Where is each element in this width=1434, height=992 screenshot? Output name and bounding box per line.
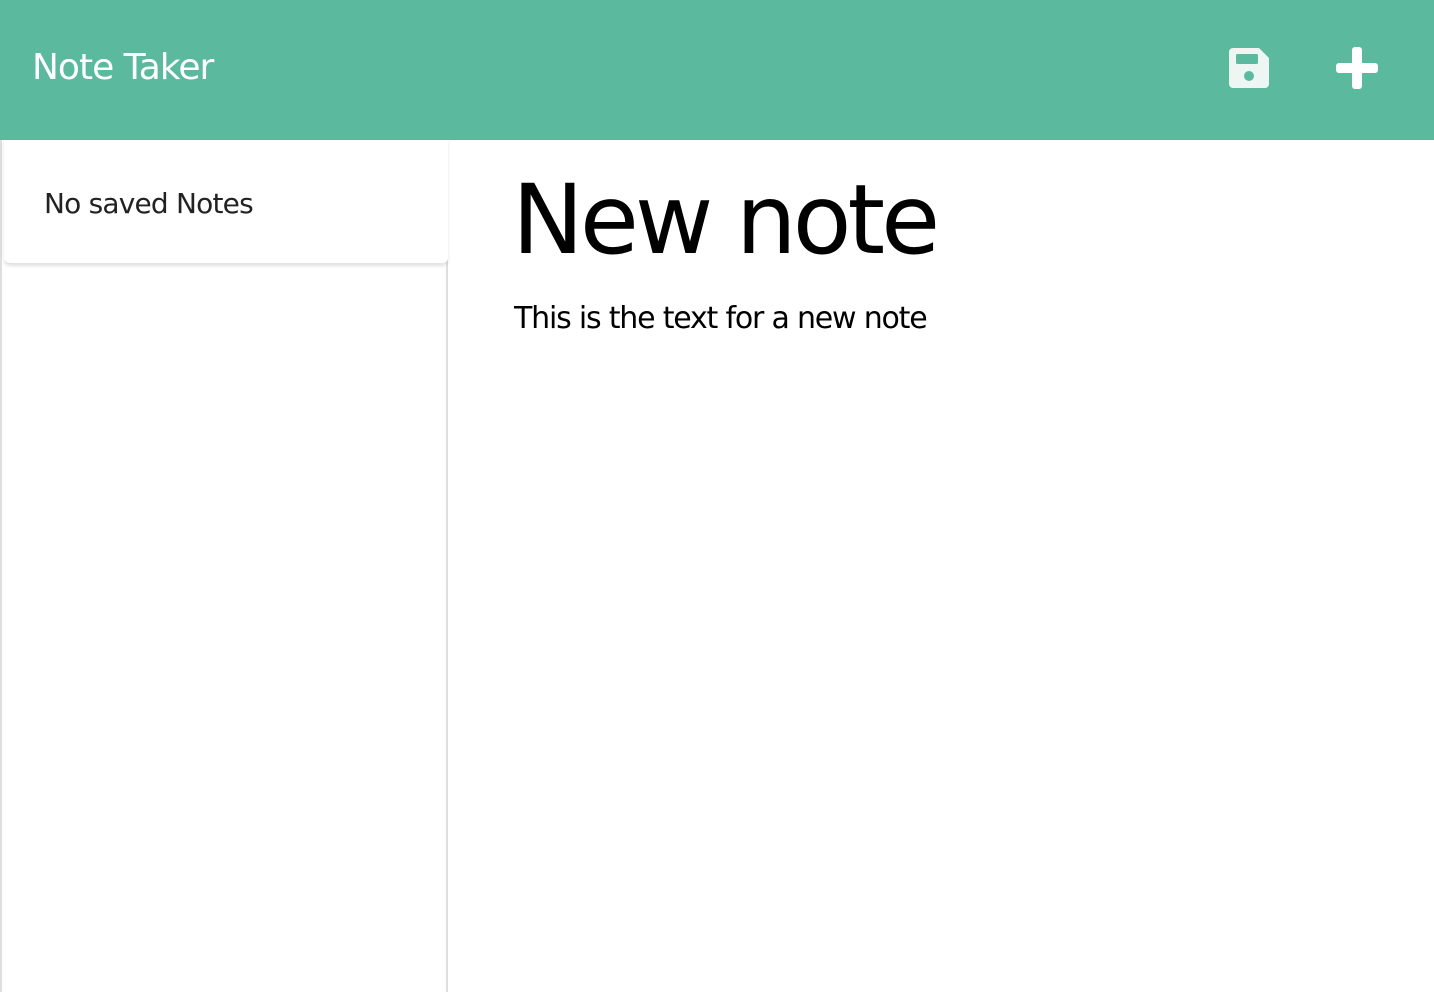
note-title-input[interactable] xyxy=(512,162,1392,278)
plus-icon xyxy=(1336,47,1378,89)
note-text-area[interactable]: This is the text for a new note xyxy=(514,297,1394,897)
no-saved-notes-message: No saved Notes xyxy=(44,187,254,220)
notes-sidebar: No saved Notes xyxy=(0,140,448,992)
app-title[interactable]: Note Taker xyxy=(32,43,214,93)
navbar: Note Taker xyxy=(0,0,1434,140)
empty-notes-card: No saved Notes xyxy=(4,140,448,264)
note-editor: This is the text for a new note xyxy=(450,140,1434,992)
floppy-disk-icon xyxy=(1229,48,1269,88)
new-note-button[interactable] xyxy=(1333,44,1381,92)
save-note-button[interactable] xyxy=(1225,44,1273,92)
